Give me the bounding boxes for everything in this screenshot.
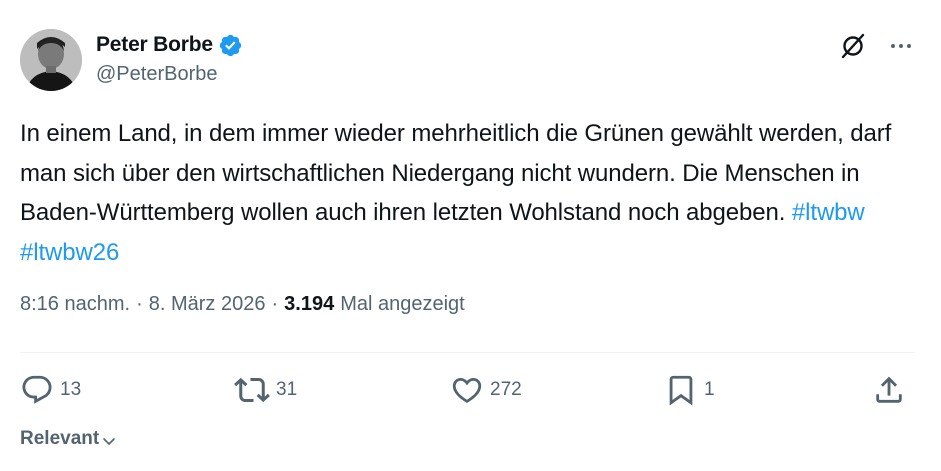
bookmark-icon — [664, 373, 698, 407]
repost-icon — [234, 372, 270, 408]
sort-dropdown[interactable]: Relevant — [20, 428, 116, 450]
meta-separator: · — [136, 293, 143, 315]
tweet-date[interactable]: 8. März 2026 — [149, 293, 266, 316]
author-handle[interactable]: @PeterBorbe — [96, 63, 243, 86]
share-icon — [872, 373, 906, 407]
chevron-down-icon — [102, 432, 116, 446]
author-name[interactable]: Peter Borbe — [96, 33, 213, 57]
views-label: Mal angezeigt — [340, 293, 465, 315]
meta-separator: · — [271, 293, 279, 315]
reply-icon — [20, 373, 54, 407]
more-icon[interactable] — [889, 34, 913, 58]
tweet-meta: 8:16 nachm. · 8. März 2026 · 3.194 Mal a… — [20, 293, 465, 316]
hashtag-link[interactable]: #ltwbw — [792, 199, 865, 226]
views-count: 3.194 — [284, 293, 335, 315]
tweet-card: Peter Borbe @PeterBorbe In einem Land, i… — [0, 0, 941, 471]
divider — [20, 352, 915, 353]
reply-count: 13 — [60, 379, 82, 400]
bookmark-button[interactable]: 1 — [664, 373, 715, 407]
tweet-text: In einem Land, in dem immer wieder mehrh… — [20, 114, 900, 272]
like-button[interactable]: 272 — [450, 373, 522, 407]
avatar[interactable] — [20, 29, 82, 91]
repost-count: 31 — [276, 379, 298, 400]
bookmark-count: 1 — [704, 379, 715, 400]
like-count: 272 — [490, 379, 522, 400]
verified-badge-icon[interactable] — [218, 33, 243, 58]
like-icon — [450, 373, 484, 407]
tweet-text-body: In einem Land, in dem immer wieder mehrh… — [20, 120, 892, 226]
repost-button[interactable]: 31 — [234, 373, 297, 407]
tweet-time[interactable]: 8:16 nachm. — [20, 293, 130, 316]
share-button[interactable] — [872, 373, 906, 407]
name-row: Peter Borbe — [96, 31, 243, 59]
tweet-header: Peter Borbe @PeterBorbe — [20, 29, 243, 91]
grok-icon[interactable] — [839, 32, 867, 60]
author-identity: Peter Borbe @PeterBorbe — [96, 31, 243, 86]
reply-button[interactable]: 13 — [20, 373, 81, 407]
sort-label: Relevant — [20, 428, 100, 449]
top-actions — [839, 32, 913, 60]
action-bar: 13 31 272 1 — [20, 373, 915, 407]
hashtag-link[interactable]: #ltwbw26 — [20, 239, 119, 266]
